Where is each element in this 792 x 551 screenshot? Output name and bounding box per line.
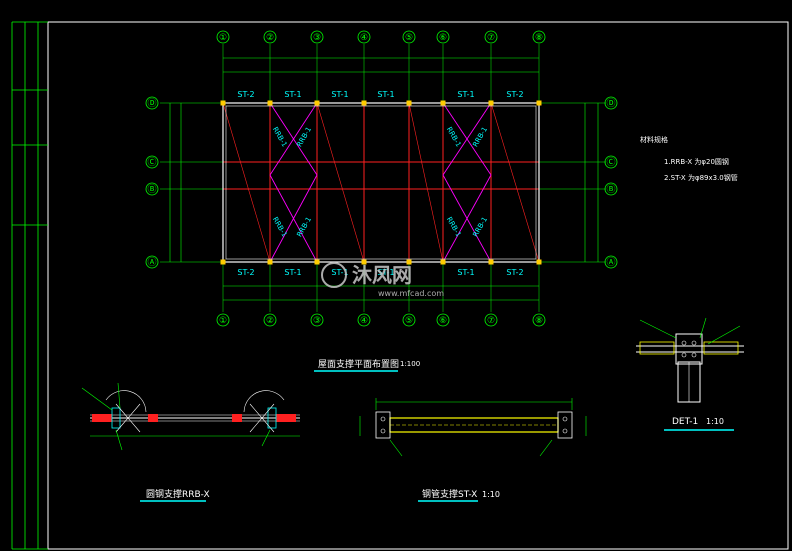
member-label-top: ST-1 xyxy=(457,90,474,99)
column-node xyxy=(314,100,320,106)
plan-title-scale: 1:100 xyxy=(400,360,420,368)
bracing-label: RRB-1 xyxy=(445,216,463,239)
bracing-diagonal-red xyxy=(408,102,444,263)
column-node xyxy=(361,100,367,106)
column-node xyxy=(440,259,446,265)
plan-title: 屋面支撑平面布置图 xyxy=(318,358,399,370)
axis-label-row-right: Ⓒ xyxy=(606,157,615,168)
column-node xyxy=(267,259,273,265)
axis-label-col-top: ⑦ xyxy=(487,33,495,43)
column-node xyxy=(220,259,226,265)
column-node xyxy=(536,259,542,265)
column-node xyxy=(314,259,320,265)
axis-label-col-bottom: ② xyxy=(266,316,274,326)
axis-label-col-top: ⑤ xyxy=(405,33,413,43)
axis-label-row-left: Ⓓ xyxy=(147,98,156,109)
axis-label-row-right: Ⓑ xyxy=(606,184,615,195)
axis-label-col-top: ⑧ xyxy=(535,33,543,43)
watermark-url: www.mfcad.com xyxy=(378,289,444,298)
cad-drawing: ① ① ② ② ③ ③ ④ ④ ⑤ ⑤ ⑥ ⑥ ⑦ ⑦ ⑧ ⑧ Ⓓ Ⓓ Ⓒ Ⓒ Ⓑ Ⓑ Ⓐ Ⓐ ST-2 ST-1 ST-1 ST-1… xyxy=(11,21,789,550)
detail-st-scale: 1:10 xyxy=(482,490,500,499)
column-node xyxy=(220,100,226,106)
detail-rrb xyxy=(81,382,300,451)
column-node xyxy=(488,259,494,265)
member-label-top: ST-1 xyxy=(377,90,394,99)
bracing-label: RRB-1 xyxy=(471,216,489,239)
bracing-label: RRB-1 xyxy=(271,126,289,149)
bracing-label: RRB-1 xyxy=(271,216,289,239)
bracing-label: RRB-1 xyxy=(295,126,313,149)
axis-label-row-right: Ⓐ xyxy=(606,257,615,268)
axis-label-row-right: Ⓓ xyxy=(606,98,615,109)
column-node xyxy=(488,100,494,106)
notes-line-2: 2.ST-X 为φ89x3.0钢管 xyxy=(664,173,738,182)
member-label-bottom: ST-1 xyxy=(284,268,301,277)
axis-label-row-left: Ⓒ xyxy=(147,157,156,168)
member-label-top: ST-1 xyxy=(331,90,348,99)
axis-label-row-left: Ⓑ xyxy=(147,184,156,195)
axis-label-col-bottom: ⑧ xyxy=(535,316,543,326)
detail-det1 xyxy=(636,317,744,403)
axis-label-col-top: ④ xyxy=(360,33,368,43)
title-block xyxy=(11,21,48,550)
drawing-frame xyxy=(47,21,789,550)
member-label-bottom: ST-1 xyxy=(457,268,474,277)
detail-st-title: 钢管支撑ST-X xyxy=(422,488,477,500)
notes-line-1: 1.RRB-X 为φ20圆钢 xyxy=(664,157,729,166)
notes-heading: 材料规格 xyxy=(640,135,668,144)
axis-label-col-top: ② xyxy=(266,33,274,43)
detail-det1-title: DET-1 xyxy=(672,417,698,427)
column-node xyxy=(440,100,446,106)
bracing-diagonal-red xyxy=(316,102,365,263)
bracing-diagonal-red xyxy=(490,102,540,263)
column-node xyxy=(267,100,273,106)
bracing-diagonal-red xyxy=(222,102,271,263)
column-node xyxy=(536,100,542,106)
detail-det1-scale: 1:10 xyxy=(706,417,724,426)
detail-st xyxy=(359,398,587,457)
detail-rrb-title: 圆钢支撑RRB-X xyxy=(146,488,210,500)
watermark-brand: 沐风网 xyxy=(352,263,412,287)
member-label-bottom: ST-2 xyxy=(237,268,254,277)
member-label-top: ST-2 xyxy=(237,90,254,99)
axis-label-col-top: ③ xyxy=(313,33,321,43)
member-label-top: ST-2 xyxy=(506,90,523,99)
axis-label-col-top: ⑥ xyxy=(439,33,447,43)
axis-label-col-bottom: ③ xyxy=(313,316,321,326)
axis-label-col-bottom: ① xyxy=(219,316,227,326)
axis-label-col-bottom: ⑤ xyxy=(405,316,413,326)
axis-label-col-bottom: ④ xyxy=(360,316,368,326)
axis-label-col-top: ① xyxy=(219,33,227,43)
member-label-top: ST-1 xyxy=(284,90,301,99)
column-node xyxy=(406,100,412,106)
member-label-bottom: ST-2 xyxy=(506,268,523,277)
axis-label-col-bottom: ⑦ xyxy=(487,316,495,326)
axis-label-row-left: Ⓐ xyxy=(147,257,156,268)
axis-label-col-bottom: ⑥ xyxy=(439,316,447,326)
